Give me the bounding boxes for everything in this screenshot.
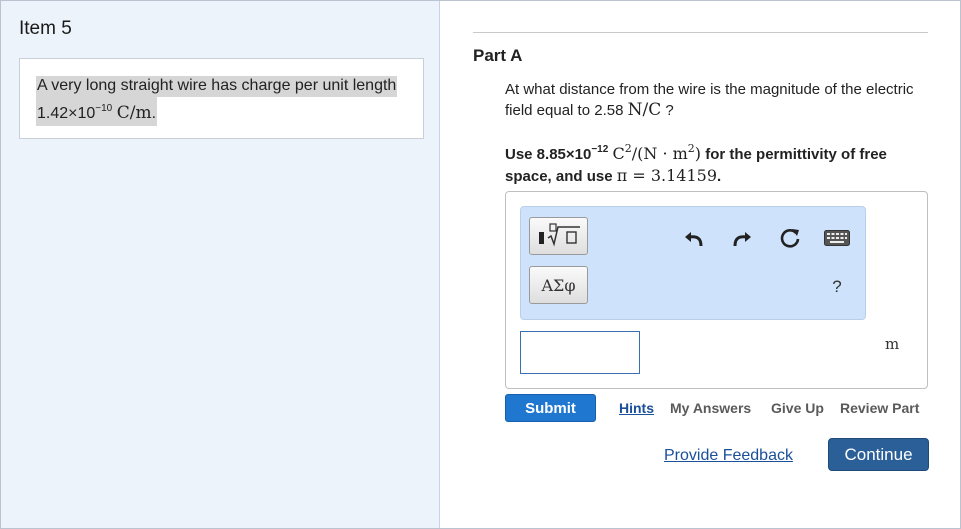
instruction-text: Use 8.85×10−12 C2/(N · m2) for the permi… — [505, 138, 935, 187]
part-panel: Part A At what distance from the wire is… — [441, 1, 960, 528]
answer-area: ΑΣφ ? m — [505, 191, 928, 389]
answer-input[interactable] — [520, 331, 640, 374]
charge-mantissa: 1.42×10 — [37, 105, 96, 122]
problem-text: A very long straight wire has charge per… — [36, 76, 398, 97]
give-up-link[interactable]: Give Up — [771, 400, 824, 416]
charge-density-value: 1.42×10−10 C/m. — [36, 97, 158, 126]
part-title: Part A — [473, 46, 523, 65]
unit-newton-meter: /(N · m — [631, 144, 688, 163]
part-divider — [473, 32, 928, 33]
question-unit: N/C — [627, 100, 662, 120]
undo-icon[interactable] — [681, 226, 707, 250]
help-icon[interactable]: ? — [824, 275, 850, 299]
template-button[interactable] — [529, 217, 588, 255]
permittivity-exponent: −12 — [591, 144, 609, 155]
item-title: Item 5 — [19, 18, 72, 39]
review-part-link[interactable]: Review Part — [840, 400, 919, 416]
answer-unit: m — [885, 335, 900, 353]
question-text: At what distance from the wire is the ma… — [505, 80, 935, 121]
question-mark: ? — [665, 102, 674, 119]
my-answers-link[interactable]: My Answers — [670, 400, 751, 416]
unit-coulomb: C — [612, 144, 625, 163]
greek-symbols-button[interactable]: ΑΣφ — [529, 266, 588, 304]
provide-feedback-link[interactable]: Provide Feedback — [664, 447, 793, 465]
continue-button[interactable]: Continue — [828, 438, 929, 471]
pi-value: π = 3.14159 — [616, 166, 717, 185]
hints-link[interactable]: Hints — [619, 400, 654, 416]
instruction-period: . — [717, 168, 722, 185]
math-toolbar: ΑΣφ ? — [520, 206, 866, 320]
redo-icon[interactable] — [729, 226, 755, 250]
question-body: At what distance from the wire is the ma… — [505, 81, 914, 119]
problem-statement: A very long straight wire has charge per… — [19, 58, 424, 139]
submit-button[interactable]: Submit — [505, 394, 596, 422]
charge-exponent: −10 — [95, 103, 113, 114]
problem-period: . — [151, 105, 157, 122]
unit-close: ) — [694, 144, 702, 163]
template-icon — [538, 223, 580, 247]
reset-icon[interactable] — [777, 226, 803, 250]
charge-unit: C/m — [116, 103, 152, 123]
item-panel: Item 5 A very long straight wire has cha… — [1, 1, 440, 528]
keyboard-icon[interactable] — [824, 226, 850, 250]
permittivity-prefix: Use 8.85×10 — [505, 146, 592, 163]
permittivity-unit: C2/(N · m2) — [612, 142, 702, 163]
